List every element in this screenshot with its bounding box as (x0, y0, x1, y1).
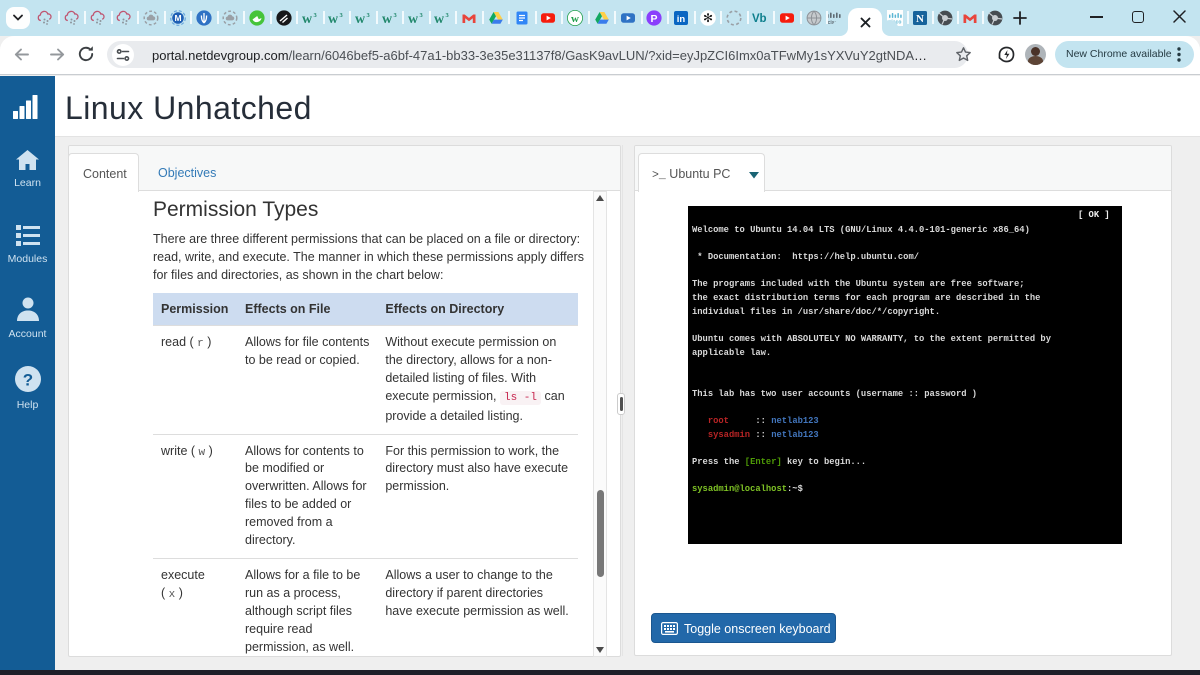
svg-text:3: 3 (420, 12, 424, 19)
svg-text:w: w (382, 12, 393, 26)
svg-text:3: 3 (340, 12, 344, 19)
svg-text:3: 3 (394, 12, 398, 19)
svg-text:w: w (571, 13, 579, 25)
svg-text:w: w (355, 12, 366, 26)
svg-text:✻: ✻ (703, 11, 713, 25)
svg-text:w: w (408, 12, 419, 26)
svg-text:w: w (302, 12, 313, 26)
svg-text:3: 3 (314, 12, 318, 19)
svg-text:?: ? (22, 371, 32, 390)
svg-text:w: w (328, 12, 339, 26)
svg-text:in: in (677, 14, 686, 25)
svg-text:b: b (760, 13, 767, 25)
svg-text:N: N (916, 13, 924, 25)
svg-text:M: M (174, 13, 181, 23)
svg-text:P: P (650, 13, 657, 25)
svg-text:w: w (434, 12, 445, 26)
svg-text:3: 3 (367, 12, 371, 19)
svg-text:3: 3 (446, 12, 450, 19)
